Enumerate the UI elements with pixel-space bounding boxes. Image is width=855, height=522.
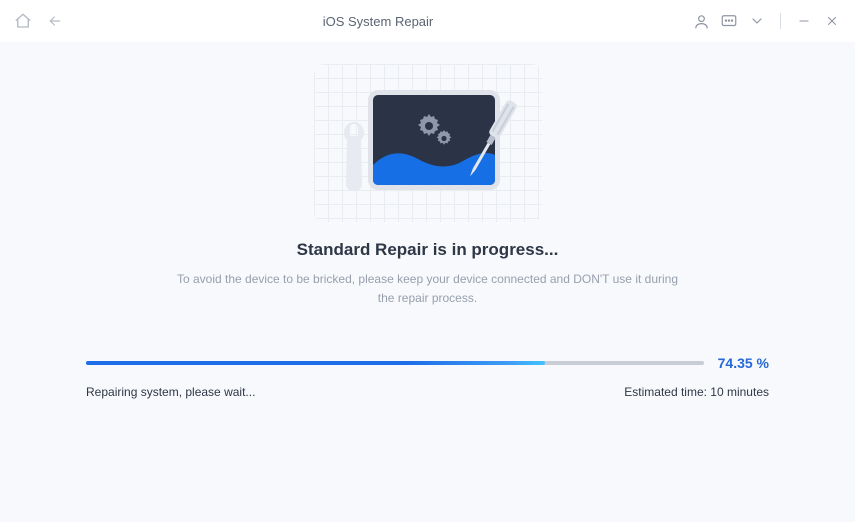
progress-area: 74.35 % Repairing system, please wait...… [86, 355, 769, 399]
progress-heading: Standard Repair is in progress... [0, 240, 855, 260]
titlebar: iOS System Repair [0, 0, 855, 42]
gear-icon [415, 113, 455, 153]
user-icon[interactable] [690, 10, 712, 32]
progress-eta: Estimated time: 10 minutes [624, 385, 769, 399]
window-title: iOS System Repair [66, 14, 690, 29]
titlebar-right [690, 10, 843, 32]
illustration [0, 42, 855, 222]
minimize-button[interactable] [793, 10, 815, 32]
home-icon[interactable] [12, 10, 34, 32]
screwdriver-icon [460, 94, 522, 186]
illustration-box [314, 64, 542, 222]
titlebar-divider [780, 13, 781, 29]
chevron-down-icon[interactable] [746, 10, 768, 32]
progress-bar [86, 361, 704, 365]
close-button[interactable] [821, 10, 843, 32]
titlebar-left [12, 10, 66, 32]
app-window: iOS System Repair [0, 0, 855, 522]
back-icon[interactable] [44, 10, 66, 32]
progress-subtext: To avoid the device to be bricked, pleas… [0, 260, 855, 307]
progress-percent: 74.35 % [718, 355, 769, 371]
progress-bar-fill [86, 361, 545, 365]
feedback-icon[interactable] [718, 10, 740, 32]
progress-status-text: Repairing system, please wait... [86, 385, 255, 399]
